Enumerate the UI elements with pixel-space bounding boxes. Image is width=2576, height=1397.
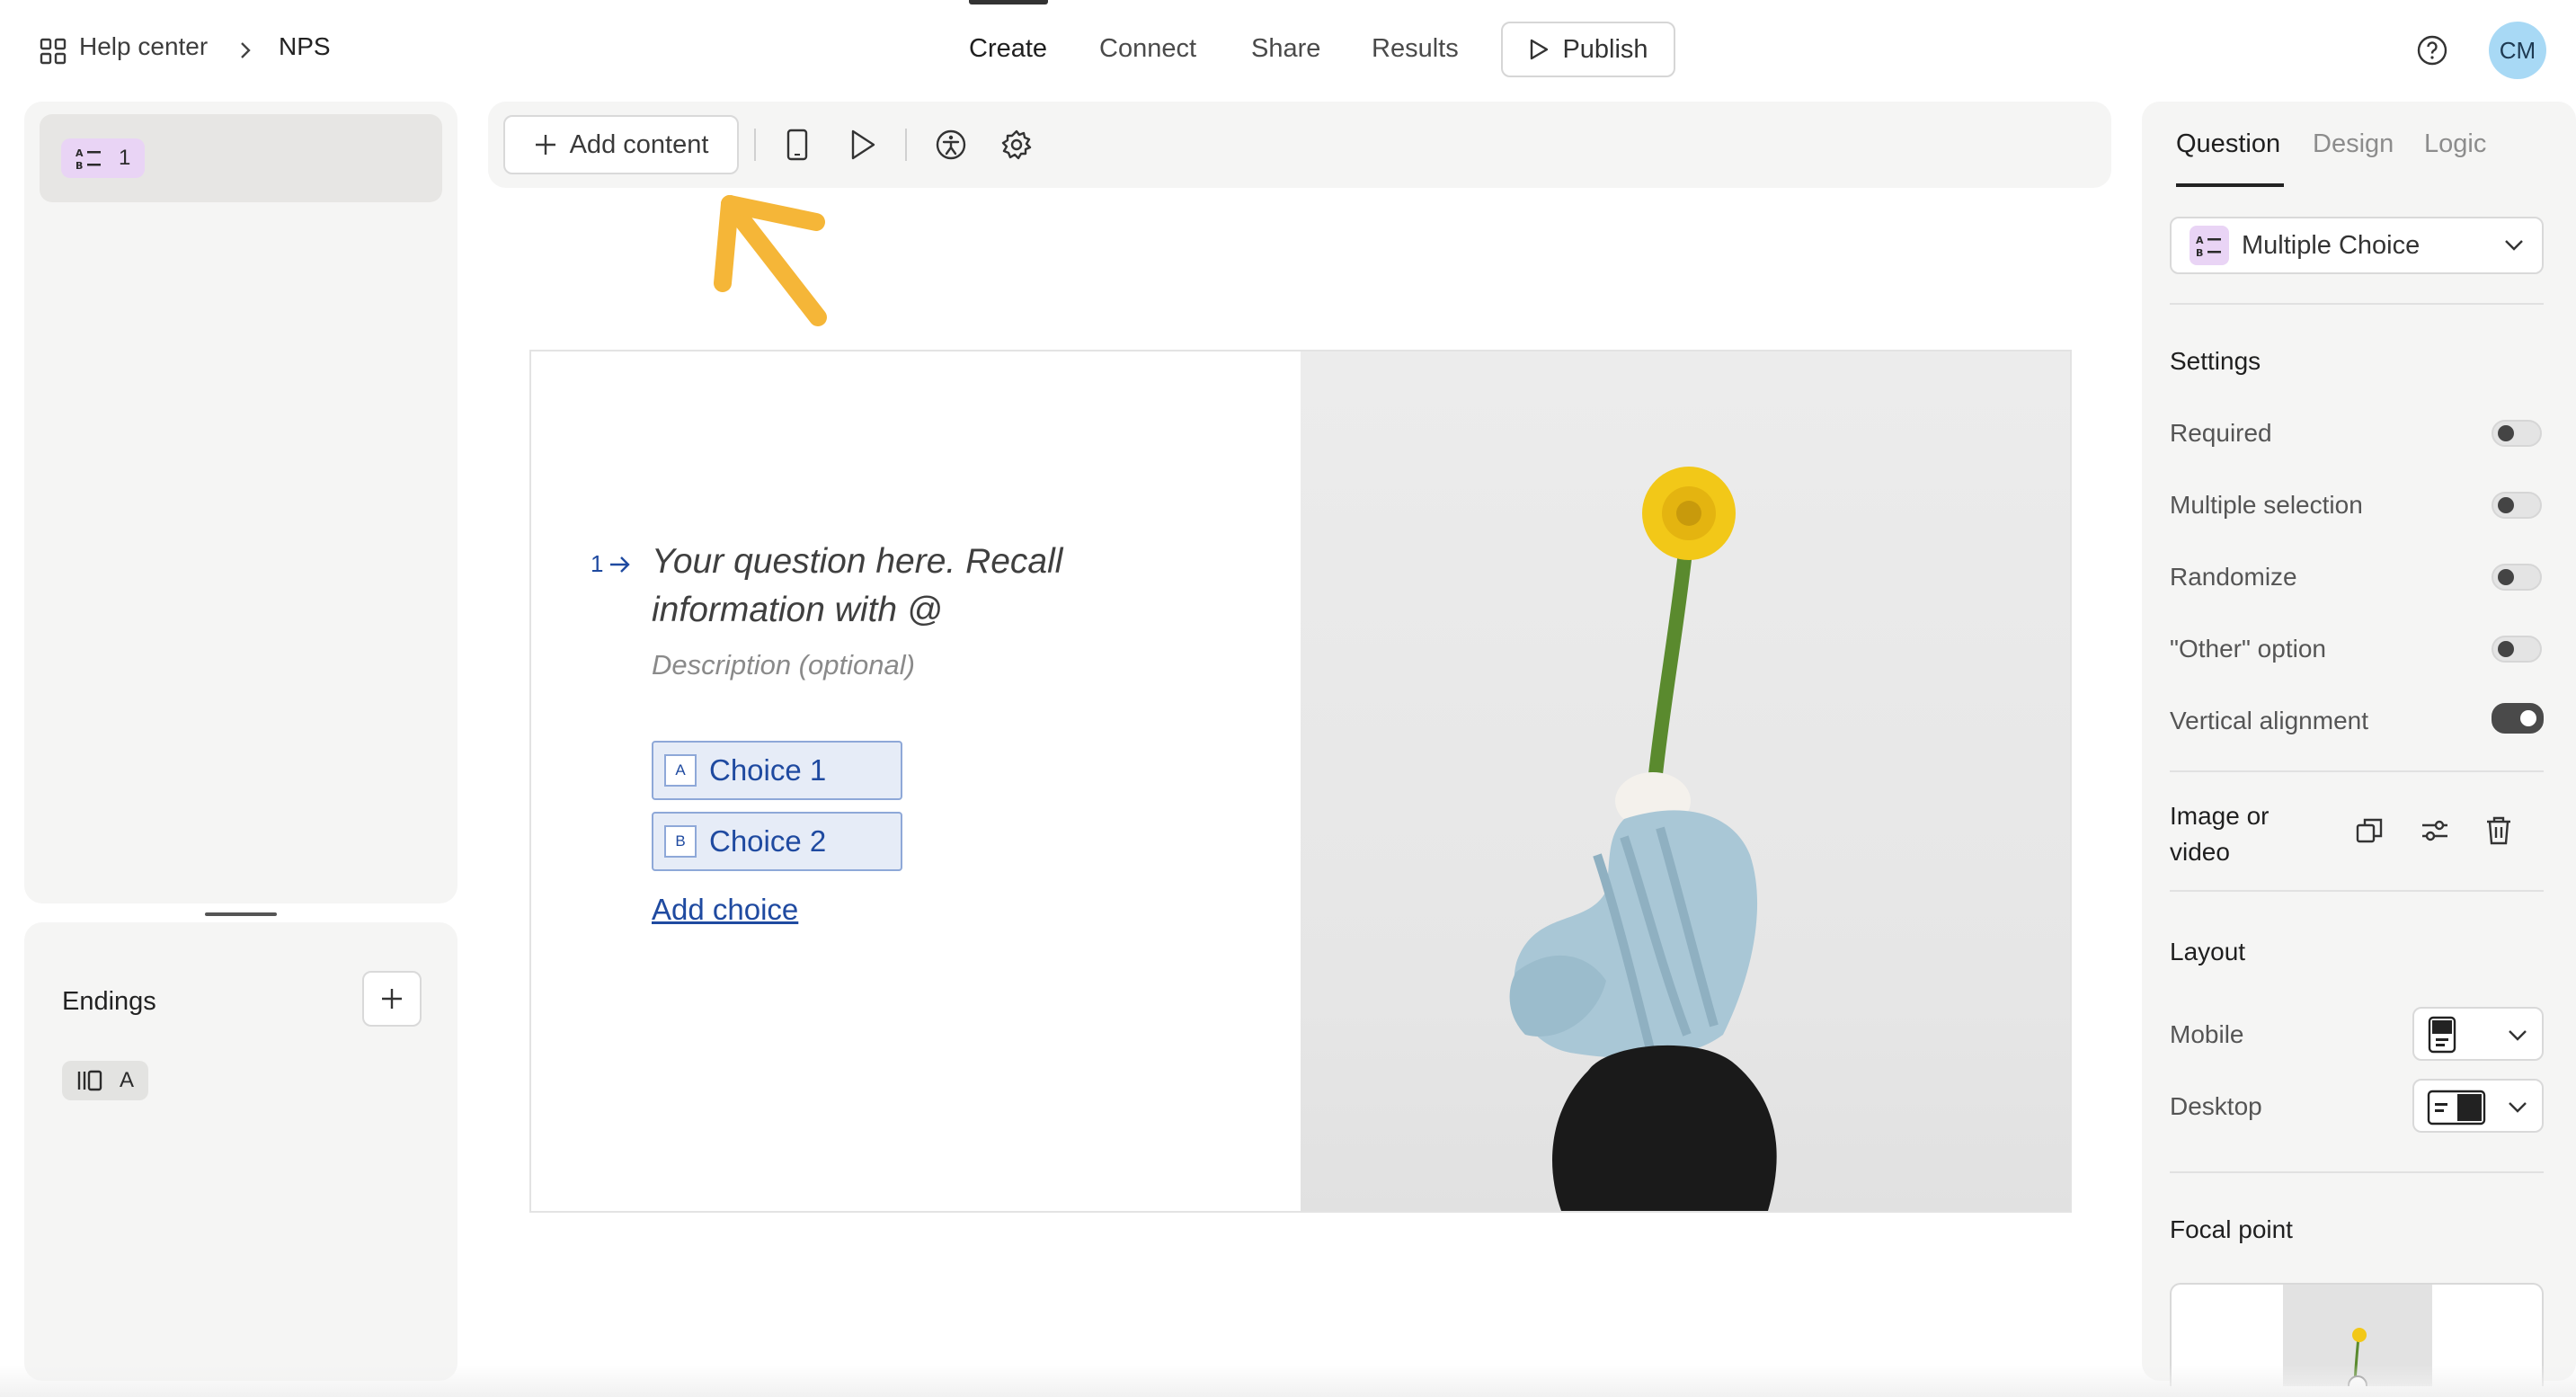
choice-label: Choice 1 — [709, 753, 827, 787]
publish-label: Publish — [1562, 34, 1648, 64]
question-description-input[interactable]: Description (optional) — [652, 649, 915, 681]
setting-label-required: Required — [2170, 419, 2272, 447]
tab-create[interactable]: Create — [969, 34, 1047, 64]
divider — [2170, 890, 2544, 892]
add-ending-button[interactable] — [362, 971, 422, 1027]
focal-point-heading: Focal point — [2170, 1215, 2293, 1243]
grid-apps-icon[interactable] — [40, 38, 67, 65]
question-list-item[interactable]: AB 1 — [40, 114, 442, 202]
avatar[interactable]: CM — [2489, 22, 2546, 79]
active-tab-indicator — [969, 0, 1048, 4]
bottom-fade — [0, 1365, 2576, 1397]
mobile-layout-icon — [2427, 1016, 2457, 1054]
chevron-down-icon — [2508, 1029, 2527, 1042]
layout-heading: Layout — [2170, 938, 2246, 965]
plus-icon — [534, 133, 557, 156]
svg-text:B: B — [76, 160, 83, 170]
mobile-layout-select[interactable] — [2412, 1007, 2544, 1061]
toolbar-divider — [905, 129, 907, 161]
add-content-button[interactable]: Add content — [503, 115, 739, 174]
question-image[interactable] — [1301, 351, 2070, 1211]
accessibility-icon[interactable] — [935, 129, 967, 161]
question-list-panel — [24, 102, 457, 903]
tab-question[interactable]: Question — [2176, 129, 2280, 159]
panel-resize-handle[interactable] — [205, 912, 277, 916]
svg-text:A: A — [76, 147, 84, 159]
vertical-alignment-toggle[interactable] — [2492, 703, 2544, 734]
arrow-right-icon — [608, 555, 632, 574]
question-type-select[interactable]: AB Multiple Choice — [2170, 217, 2544, 274]
ending-item[interactable]: A — [62, 1061, 149, 1100]
divider — [2170, 1171, 2544, 1173]
setting-label-other-option: "Other" option — [2170, 635, 2326, 663]
chevron-down-icon — [2504, 239, 2524, 252]
ending-screen-icon — [76, 1068, 103, 1093]
question-type-label: Multiple Choice — [2242, 230, 2421, 260]
add-content-label: Add content — [569, 129, 709, 159]
help-icon[interactable] — [2416, 34, 2448, 67]
randomize-toggle[interactable] — [2492, 564, 2542, 591]
layout-mobile-label: Mobile — [2170, 1020, 2244, 1048]
adjust-media-icon[interactable] — [2420, 815, 2450, 846]
choice-label: Choice 2 — [709, 824, 827, 858]
chevron-right-icon — [239, 41, 252, 59]
trash-icon[interactable] — [2484, 815, 2513, 846]
choice-key: B — [664, 825, 697, 858]
arrow-annotation-icon — [710, 184, 836, 328]
active-tab-underline — [2176, 183, 2284, 187]
divider — [2170, 303, 2544, 305]
replace-media-icon[interactable] — [2355, 815, 2385, 846]
settings-gear-icon[interactable] — [1000, 129, 1033, 161]
tab-share[interactable]: Share — [1251, 34, 1320, 64]
choice-option[interactable]: B Choice 2 — [652, 812, 902, 871]
mobile-preview-icon[interactable] — [786, 129, 809, 161]
play-icon — [1528, 38, 1550, 61]
breadcrumb-form[interactable]: NPS — [279, 32, 331, 61]
ending-letter: A — [120, 1068, 135, 1092]
question-type-badge: AB 1 — [61, 138, 146, 178]
setting-label-vertical-alignment: Vertical alignment — [2170, 707, 2369, 734]
question-settings-panel — [2142, 102, 2576, 1381]
tab-connect[interactable]: Connect — [1099, 34, 1196, 64]
choice-key: A — [664, 754, 697, 787]
add-choice-link[interactable]: Add choice — [652, 893, 798, 927]
breadcrumb-workspace[interactable]: Help center — [79, 32, 208, 61]
svg-text:B: B — [2196, 247, 2203, 257]
tab-design[interactable]: Design — [2313, 129, 2394, 159]
multiple-choice-icon: AB — [2190, 226, 2229, 265]
image-or-video-label: Image or video — [2170, 802, 2270, 866]
divider — [2170, 770, 2544, 772]
question-title-input[interactable]: Your question here. Recall information w… — [652, 538, 1155, 635]
question-number: 1 — [119, 146, 131, 170]
other-option-toggle[interactable] — [2492, 636, 2542, 663]
plus-icon — [380, 987, 404, 1010]
top-bar: Help center NPS Create Connect Share Res… — [0, 0, 2576, 101]
endings-panel: Endings A — [24, 922, 457, 1381]
chevron-down-icon — [2508, 1101, 2527, 1114]
preview-play-icon[interactable] — [848, 129, 877, 161]
question-number-arrow: 1 — [591, 550, 632, 578]
toolbar-divider — [754, 129, 756, 161]
settings-heading: Settings — [2170, 347, 2261, 375]
publish-button[interactable]: Publish — [1501, 22, 1675, 77]
svg-text:A: A — [2196, 235, 2204, 246]
setting-label-multiple-selection: Multiple selection — [2170, 491, 2363, 519]
multiple-selection-toggle[interactable] — [2492, 492, 2542, 519]
desktop-layout-select[interactable] — [2412, 1079, 2544, 1133]
tab-logic[interactable]: Logic — [2424, 129, 2486, 159]
layout-desktop-label: Desktop — [2170, 1092, 2262, 1120]
endings-label: Endings — [62, 987, 156, 1016]
setting-label-randomize: Randomize — [2170, 563, 2297, 591]
choice-option[interactable]: A Choice 1 — [652, 741, 902, 800]
desktop-layout-icon — [2427, 1090, 2486, 1126]
multiple-choice-icon: AB — [76, 147, 102, 170]
question-number: 1 — [591, 550, 604, 577]
required-toggle[interactable] — [2492, 420, 2542, 447]
tab-results[interactable]: Results — [1372, 34, 1459, 64]
